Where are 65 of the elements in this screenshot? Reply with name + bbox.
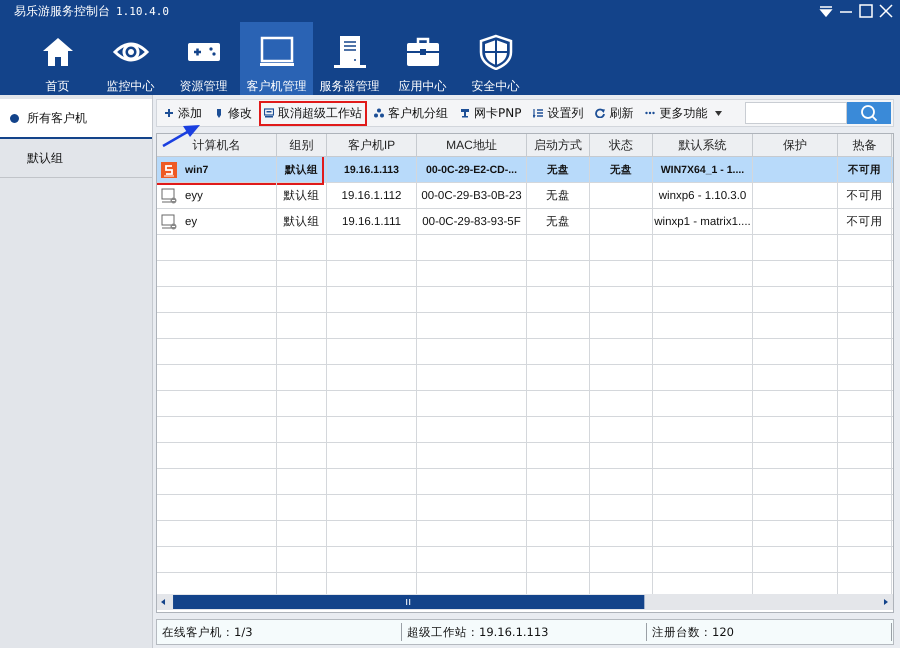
nav-tab[interactable]: 服务器管理 <box>313 22 386 95</box>
toolbar-button[interactable]: 修改 <box>209 100 257 126</box>
table-cell: 无盘 <box>527 157 590 183</box>
table-cell: 无盘 <box>527 209 590 235</box>
table-cell: 不可用 <box>838 157 892 183</box>
computer-name: eyy <box>185 190 203 202</box>
toolbar-button[interactable]: 更多功能 <box>640 100 728 126</box>
table-cell: 默认组 <box>277 209 327 235</box>
workstation-icon <box>161 162 177 178</box>
table-row[interactable]: win7 默认组 19.16.1.113 00-0C-29-E2-CD-... 无盘 无盘 WIN7X64_1 - 1.... 不可用 <box>157 157 893 183</box>
pnp-icon <box>460 108 470 118</box>
search-icon <box>860 104 878 122</box>
table-cell: 无盘 <box>527 183 590 209</box>
caret-icon <box>715 110 722 116</box>
toolbar-button[interactable]: 刷新 <box>590 100 638 126</box>
list-icon <box>533 108 544 118</box>
server-icon <box>332 34 368 70</box>
status-text: 超级工作站：19.16.1.113 <box>402 623 647 641</box>
status-text: 注册台数：120 <box>647 623 892 641</box>
toolbar-button[interactable]: 取消超级工作站 <box>259 100 367 126</box>
toolbar-button[interactable]: 网卡PNP <box>455 100 526 126</box>
table-cell: 不可用 <box>838 183 892 209</box>
table-cell: 默认组 <box>277 183 327 209</box>
toolbar-button[interactable]: 客户机分组 <box>369 100 453 126</box>
table-cell: 19.16.1.111 <box>327 209 417 235</box>
table-cell: winxp1 - matrix1.... <box>653 209 753 235</box>
table-row[interactable]: ey 默认组 19.16.1.111 00-0C-29-83-93-5F 无盘 winxp1 - matrix1.... 不可用 <box>157 209 893 235</box>
computer-name: ey <box>185 216 198 228</box>
table-cell: 19.16.1.113 <box>327 157 417 183</box>
table-cell: 00-0C-29-B3-0B-23 <box>417 183 527 209</box>
window-title: 易乐游服务控制台 <box>14 2 110 20</box>
sidebar-item[interactable]: 所有客户机 <box>0 99 152 139</box>
table-cell: 00-0C-29-E2-CD-... <box>417 157 527 183</box>
table-cell: WIN7X64_1 - 1.... <box>653 157 753 183</box>
table-cell: 不可用 <box>838 209 892 235</box>
table-cell: 无盘 <box>590 157 653 183</box>
shield-icon <box>478 34 514 70</box>
nav-tab[interactable]: 监控中心 <box>94 22 167 95</box>
search-field[interactable] <box>745 102 847 124</box>
table-cell: 19.16.1.112 <box>327 183 417 209</box>
nav-tab[interactable]: 资源管理 <box>167 22 240 95</box>
card-icon <box>264 108 274 118</box>
toolbar-button[interactable]: 添加 <box>159 100 207 126</box>
nav-tab[interactable]: 首页 <box>21 22 94 95</box>
computer-name: win7 <box>185 164 208 176</box>
table-cell: 默认组 <box>277 157 327 183</box>
status-text: 在线客户机：1/3 <box>157 623 402 641</box>
table-cell: winxp6 - 1.10.3.0 <box>653 183 753 209</box>
computer-icon <box>161 214 177 230</box>
plus-icon <box>164 108 174 118</box>
nav-tab[interactable]: 安全中心 <box>459 22 532 95</box>
close-icon[interactable] <box>878 3 894 19</box>
nav-tab[interactable]: 应用中心 <box>386 22 459 95</box>
table-cell: 00-0C-29-83-93-5F <box>417 209 527 235</box>
nav-tab[interactable]: 客户机管理 <box>240 22 313 95</box>
sidebar-item[interactable]: 默认组 <box>0 139 152 178</box>
maximize-icon[interactable] <box>858 3 874 19</box>
group-icon <box>374 108 384 118</box>
version-label: 1.10.4.0 <box>116 4 169 18</box>
search-button[interactable] <box>847 102 891 124</box>
toolbar-button[interactable]: 设置列 <box>528 100 588 126</box>
pen-icon <box>214 108 224 118</box>
computer-icon <box>161 188 177 204</box>
table-row[interactable]: eyy 默认组 19.16.1.112 00-0C-29-B3-0B-23 无盘 winxp6 - 1.10.3.0 不可用 <box>157 183 893 209</box>
refresh-icon <box>595 108 606 118</box>
